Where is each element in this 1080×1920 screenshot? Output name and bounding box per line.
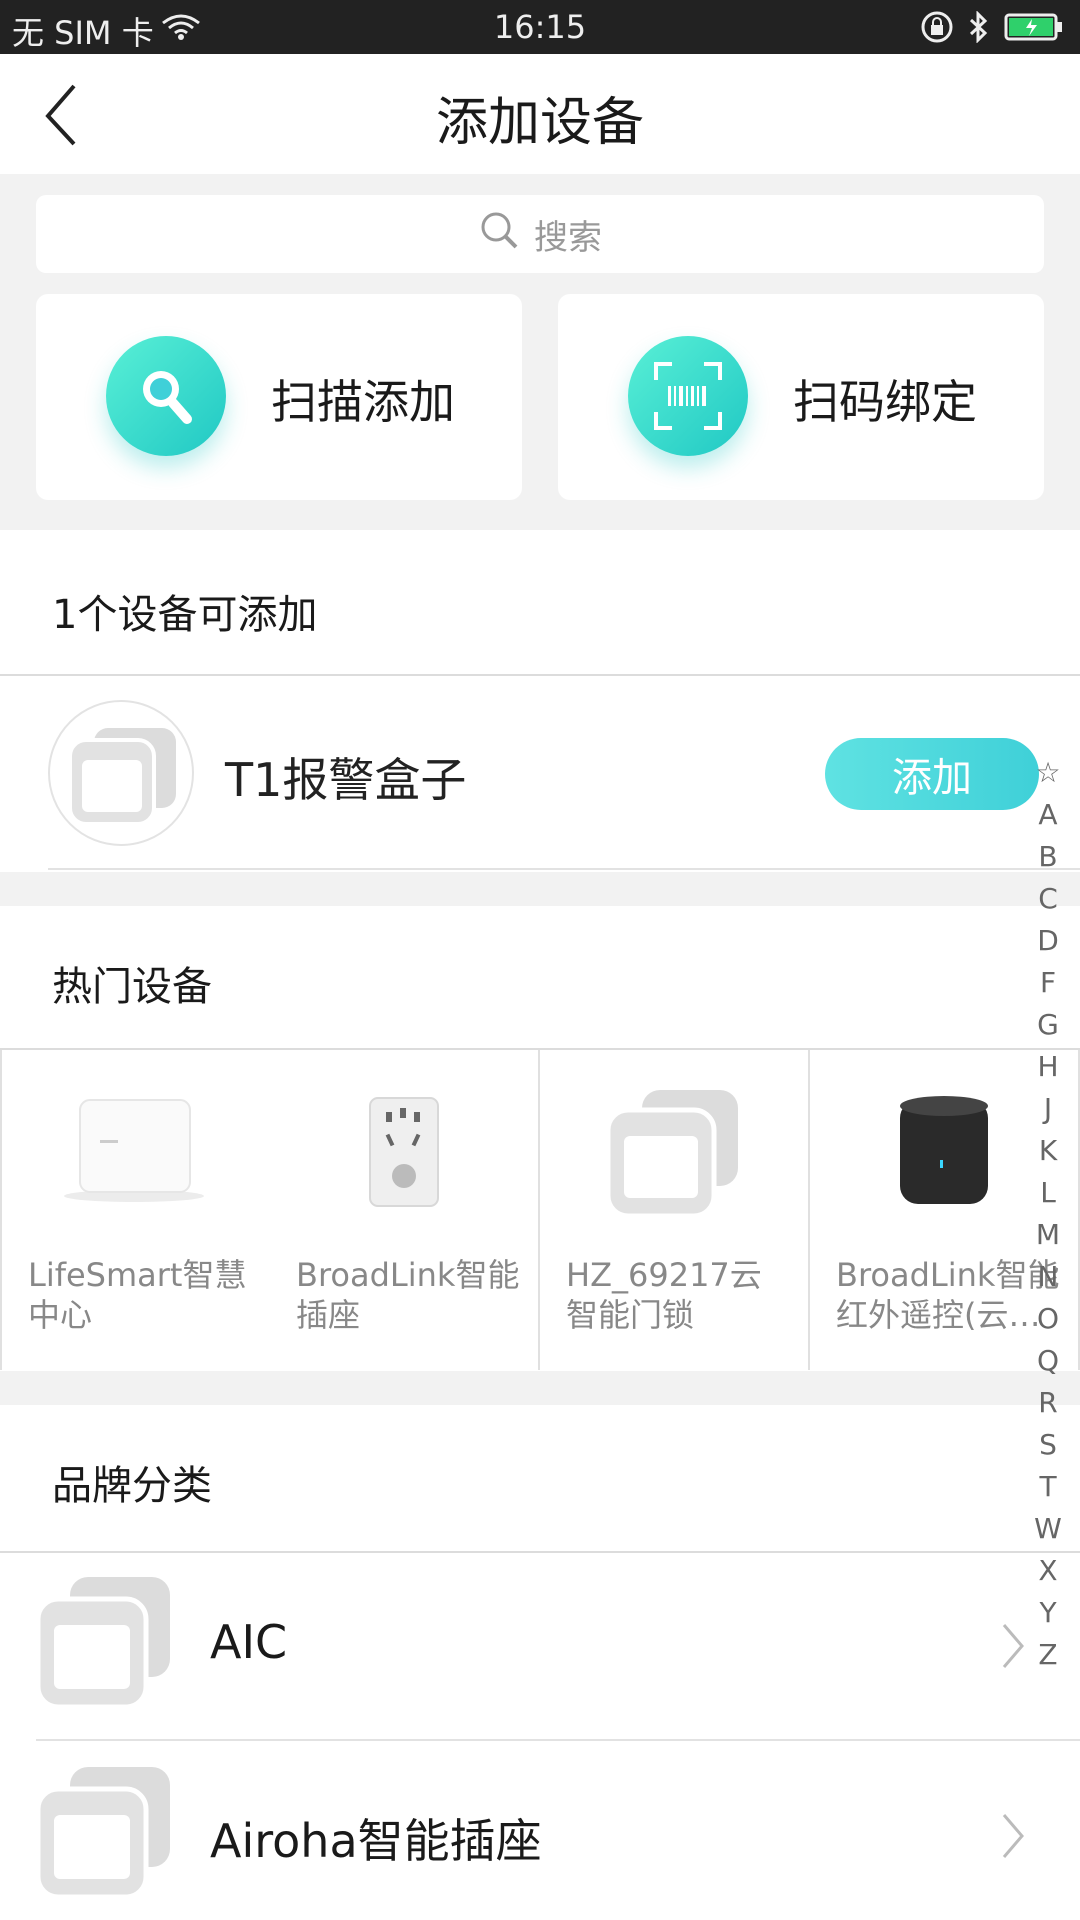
index-letter[interactable]: J [1028, 1088, 1068, 1130]
index-letter[interactable]: R [1028, 1382, 1068, 1424]
popular-item-label: HZ_69217云 智能门锁 [566, 1256, 762, 1334]
scan-code-bind-card[interactable]: 扫码绑定 [558, 294, 1044, 500]
index-letter[interactable]: Y [1028, 1592, 1068, 1634]
index-letter[interactable]: O [1028, 1298, 1068, 1340]
index-letter[interactable]: K [1028, 1130, 1068, 1172]
available-title: 1个设备可添加 [52, 592, 318, 638]
index-letter[interactable]: H [1028, 1046, 1068, 1088]
brands-section: 品牌分类 AIC Airoha智能插座 [0, 1405, 1080, 1920]
device-name: T1报警盒子 [225, 753, 467, 807]
index-letter[interactable]: B [1028, 836, 1068, 878]
index-letter[interactable]: Q [1028, 1340, 1068, 1382]
index-letter[interactable]: T [1028, 1466, 1068, 1508]
brand-row[interactable]: Airoha智能插座 [0, 1743, 1080, 1920]
clock: 16:15 [493, 8, 587, 46]
search-bar[interactable]: 搜索 [36, 195, 1044, 273]
index-letter[interactable]: X [1028, 1550, 1068, 1592]
scan-code-bind-label: 扫码绑定 [793, 375, 977, 429]
magnifier-icon [106, 336, 226, 456]
index-letter[interactable]: A [1028, 794, 1068, 836]
popular-item[interactable]: BroadLink智能 插座 [270, 1050, 540, 1370]
add-device-button[interactable]: 添加 [825, 738, 1039, 810]
index-letter[interactable]: G [1028, 1004, 1068, 1046]
chevron-right-icon [1000, 1811, 1026, 1865]
index-letter[interactable]: C [1028, 878, 1068, 920]
available-device-row[interactable]: T1报警盒子 添加 [0, 676, 1080, 872]
search-placeholder: 搜索 [534, 217, 602, 258]
index-letter[interactable]: W [1028, 1508, 1068, 1550]
scan-add-label: 扫描添加 [271, 375, 455, 429]
brands-title: 品牌分类 [52, 1463, 212, 1509]
search-icon [478, 209, 520, 260]
index-letter[interactable]: M [1028, 1214, 1068, 1256]
popular-item[interactable]: LifeSmart智慧 中心 [0, 1050, 272, 1370]
barcode-scan-icon [628, 336, 748, 456]
bluetooth-icon [968, 10, 990, 47]
divider [36, 1739, 1080, 1741]
lifesmart-hub-image [62, 1094, 212, 1208]
chevron-right-icon [1000, 1621, 1026, 1675]
index-letter[interactable]: F [1028, 962, 1068, 1004]
index-letter[interactable]: ☆ [1028, 752, 1068, 794]
popular-title: 热门设备 [52, 964, 212, 1010]
battery-charging-icon [1004, 12, 1064, 46]
placeholder-device-icon [35, 1577, 176, 1717]
alphabet-index-bar[interactable]: ☆ A B C D F G H J K L M N O Q R S T W X … [1028, 752, 1068, 1676]
brand-name: AIC [210, 1615, 288, 1669]
index-letter[interactable]: N [1028, 1256, 1068, 1298]
scan-add-card[interactable]: 扫描添加 [36, 294, 522, 500]
status-icons [920, 10, 1064, 48]
placeholder-device-icon [602, 1086, 742, 1226]
divider [48, 868, 1080, 870]
page-title: 添加设备 [435, 93, 644, 153]
lock-rotation-icon [920, 10, 954, 48]
app-header: 添加设备 [0, 54, 1080, 174]
smart-socket-image [364, 1094, 444, 1214]
ir-remote-image [894, 1092, 994, 1216]
status-bar: 无 SIM 卡 16:15 [0, 0, 1080, 54]
brand-name: Airoha智能插座 [210, 1814, 542, 1868]
available-section: 1个设备可添加 T1报警盒子 添加 [0, 530, 1080, 872]
popular-item[interactable]: HZ_69217云 智能门锁 [540, 1050, 810, 1370]
popular-item-label: BroadLink智能 插座 [296, 1256, 520, 1334]
index-letter[interactable]: Z [1028, 1634, 1068, 1676]
index-letter[interactable]: L [1028, 1172, 1068, 1214]
placeholder-device-icon [35, 1767, 176, 1907]
device-avatar [48, 700, 194, 846]
placeholder-device-icon [68, 728, 176, 826]
brand-row[interactable]: AIC [0, 1553, 1080, 1741]
index-letter[interactable]: S [1028, 1424, 1068, 1466]
index-letter[interactable]: D [1028, 920, 1068, 962]
popular-item-label: LifeSmart智慧 中心 [28, 1256, 247, 1334]
